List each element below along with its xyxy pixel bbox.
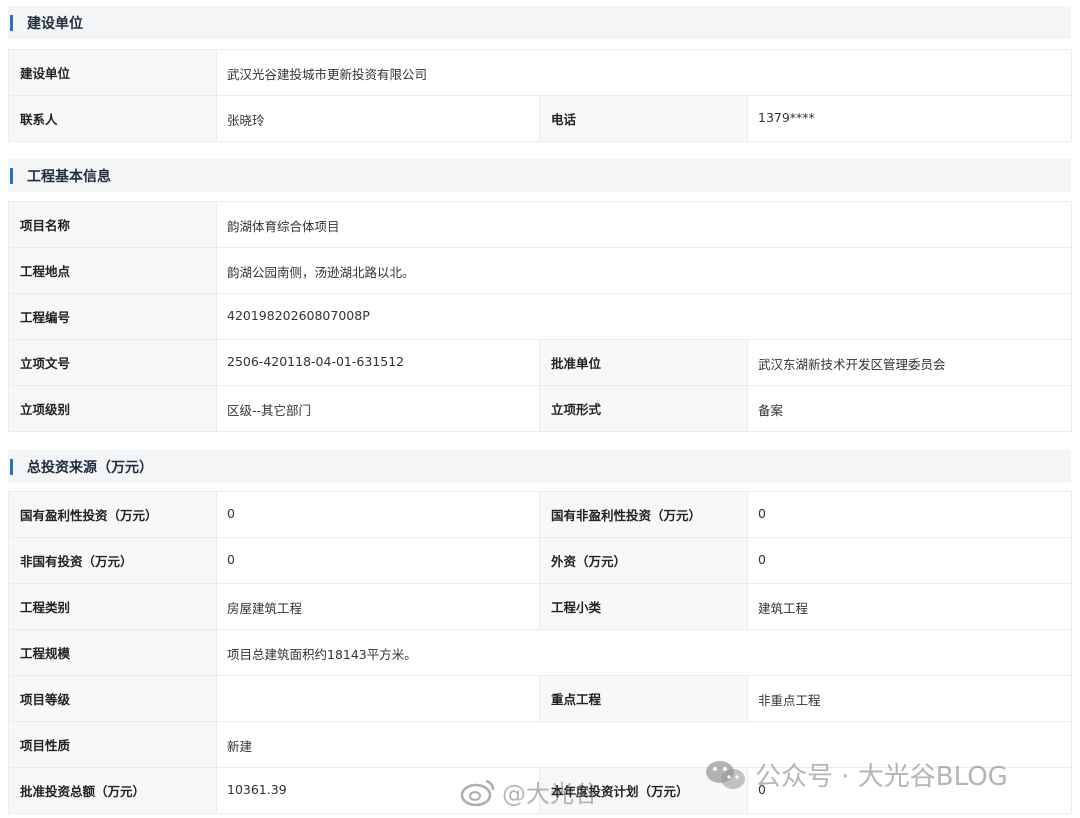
field-label: 电话 <box>539 95 748 142</box>
field-value: 新建 <box>216 721 1072 768</box>
table-row: 工程编号 42019820260807008P <box>8 293 1072 340</box>
field-value: 韵湖公园南侧，汤逊湖北路以北。 <box>216 247 1072 294</box>
table-row: 工程类别 房屋建筑工程 工程小类 建筑工程 <box>8 583 1072 630</box>
investment-table: 国有盈利性投资（万元） 0 国有非盈利性投资（万元） 0 非国有投资（万元） 0… <box>8 491 1072 814</box>
field-label: 非国有投资（万元） <box>8 537 217 584</box>
field-label: 批准单位 <box>539 339 748 386</box>
field-value: 0 <box>216 537 540 584</box>
field-value: 武汉光谷建投城市更新投资有限公司 <box>215 49 1073 96</box>
field-value: 韵湖体育综合体项目 <box>216 201 1072 248</box>
field-label: 工程规模 <box>8 629 217 676</box>
field-label: 重点工程 <box>539 675 748 722</box>
section-title: 建设单位 <box>27 15 83 32</box>
section-header-builder: 建设单位 <box>8 6 1071 39</box>
builder-table: 建设单位 武汉光谷建投城市更新投资有限公司 联系人 张晓玲 电话 1379***… <box>8 49 1073 142</box>
section-header-invest: 总投资来源（万元） <box>8 450 1071 483</box>
table-row: 国有盈利性投资（万元） 0 国有非盈利性投资（万元） 0 <box>8 491 1072 538</box>
table-row: 工程地点 韵湖公园南侧，汤逊湖北路以北。 <box>8 247 1072 294</box>
field-value: 0 <box>747 537 1072 584</box>
table-row: 项目名称 韵湖体育综合体项目 <box>8 201 1072 248</box>
field-value: 10361.39 <box>216 767 540 814</box>
table-row: 立项文号 2506-420118-04-01-631512 批准单位 武汉东湖新… <box>8 339 1072 386</box>
field-label: 联系人 <box>8 95 217 142</box>
basic-info-table: 项目名称 韵湖体育综合体项目 工程地点 韵湖公园南侧，汤逊湖北路以北。 工程编号… <box>8 201 1072 432</box>
table-row: 建设单位 武汉光谷建投城市更新投资有限公司 <box>8 49 1073 96</box>
field-value: 2506-420118-04-01-631512 <box>216 339 540 386</box>
table-row: 非国有投资（万元） 0 外资（万元） 0 <box>8 537 1072 584</box>
field-value: 0 <box>747 491 1072 538</box>
field-label: 立项级别 <box>8 385 217 432</box>
field-label: 工程类别 <box>8 583 217 630</box>
field-label: 立项形式 <box>539 385 748 432</box>
section-accent-bar <box>10 458 13 475</box>
field-value: 备案 <box>747 385 1072 432</box>
field-label: 项目等级 <box>8 675 217 722</box>
field-label: 建设单位 <box>8 49 217 96</box>
table-row: 联系人 张晓玲 电话 1379**** <box>8 95 1073 142</box>
field-label: 国有非盈利性投资（万元） <box>539 491 748 538</box>
field-label: 批准投资总额（万元） <box>8 767 217 814</box>
field-value: 0 <box>216 491 540 538</box>
field-value <box>216 675 540 722</box>
section-title: 总投资来源（万元） <box>27 459 153 476</box>
field-value: 1379**** <box>746 95 1073 142</box>
field-value: 建筑工程 <box>747 583 1072 630</box>
field-value: 武汉东湖新技术开发区管理委员会 <box>747 339 1072 386</box>
table-row: 工程规模 项目总建筑面积约18143平方米。 <box>8 629 1072 676</box>
field-value: 张晓玲 <box>216 95 540 142</box>
table-row: 项目等级 重点工程 非重点工程 <box>8 675 1072 722</box>
field-label: 项目性质 <box>8 721 217 768</box>
field-value: 0 <box>747 767 1072 814</box>
field-value: 区级--其它部门 <box>216 385 540 432</box>
field-label: 工程编号 <box>8 293 217 340</box>
field-label: 国有盈利性投资（万元） <box>8 491 217 538</box>
section-title: 工程基本信息 <box>27 168 111 185</box>
field-value: 房屋建筑工程 <box>216 583 540 630</box>
table-row: 项目性质 新建 <box>8 721 1072 768</box>
field-label: 本年度投资计划（万元） <box>539 767 748 814</box>
field-value: 非重点工程 <box>747 675 1072 722</box>
field-label: 工程小类 <box>539 583 748 630</box>
section-accent-bar <box>10 167 13 184</box>
table-row: 立项级别 区级--其它部门 立项形式 备案 <box>8 385 1072 432</box>
field-label: 立项文号 <box>8 339 217 386</box>
field-value: 42019820260807008P <box>216 293 1072 340</box>
field-label: 外资（万元） <box>539 537 748 584</box>
section-header-basic: 工程基本信息 <box>8 159 1071 192</box>
field-label: 项目名称 <box>8 201 217 248</box>
field-label: 工程地点 <box>8 247 217 294</box>
section-accent-bar <box>10 14 13 31</box>
field-value: 项目总建筑面积约18143平方米。 <box>216 629 1072 676</box>
table-row: 批准投资总额（万元） 10361.39 本年度投资计划（万元） 0 <box>8 767 1072 814</box>
